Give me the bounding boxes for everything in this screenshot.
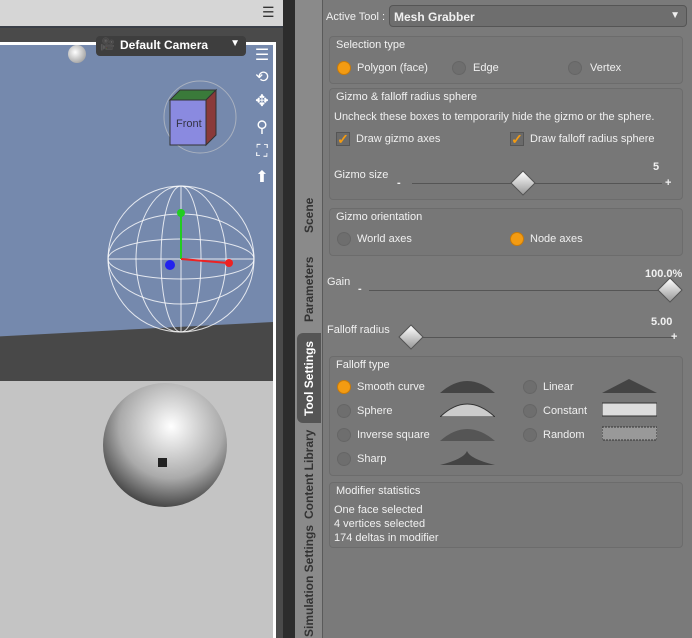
constant-preview-icon [602, 402, 657, 417]
sphere-mesh [103, 383, 227, 507]
cube-front-label: Front [176, 118, 202, 130]
radio-sharp[interactable] [337, 452, 351, 466]
random-preview-icon [602, 426, 657, 441]
radio-vertex[interactable] [568, 61, 582, 75]
stat-line: 4 vertices selected [334, 518, 426, 530]
tab-content-library[interactable]: Content Library [297, 426, 321, 522]
group-title: Selection type [336, 39, 406, 51]
slider-handle[interactable] [657, 277, 683, 303]
gizmo-size-slider[interactable] [412, 183, 662, 184]
falloff-radius-value: 5.00 [651, 316, 673, 328]
up-icon[interactable]: ⬆ [250, 167, 273, 187]
scene-graphics: Front [103, 80, 255, 507]
radio-label: Vertex [590, 62, 622, 74]
active-tool-dropdown[interactable]: Mesh Grabber ▼ [389, 5, 687, 27]
falloff-radius-slider[interactable] [403, 337, 673, 338]
radio-label: Linear [543, 381, 574, 393]
gizmo-sphere-group: Gizmo & falloff radius sphere Uncheck th… [329, 88, 683, 200]
radio-label: Inverse square [357, 429, 430, 441]
group-title: Falloff type [336, 359, 390, 371]
gain-label: Gain [327, 276, 351, 288]
frame-icon[interactable]: ⛶ [250, 143, 273, 161]
tab-parameters[interactable]: Parameters [297, 248, 321, 330]
selection-type-group: Selection type Polygon (face) Edge Verte… [329, 36, 683, 84]
view-cube [163, 80, 237, 154]
active-tool-label: Active Tool : [326, 11, 386, 23]
group-title: Modifier statistics [336, 485, 421, 497]
group-title: Gizmo orientation [336, 211, 423, 223]
gain-slider[interactable] [369, 290, 679, 291]
draw-sphere-checkbox[interactable]: ✓ [510, 132, 524, 146]
chevron-down-icon: ▼ [670, 10, 680, 21]
tab-simulation-settings[interactable]: Simulation Settings [297, 524, 321, 638]
3d-scene[interactable]: Front ☰ ⟲ ✥ ⚲ ⛶ ⬆ [0, 42, 276, 638]
tool-settings-panel: Active Tool : Mesh Grabber ▼ Selection ty… [322, 0, 692, 638]
lighting-sphere-icon[interactable] [68, 45, 86, 63]
checkbox-label: Draw falloff radius sphere [530, 133, 655, 145]
checkbox-label: Draw gizmo axes [356, 133, 441, 145]
radio-label: Sharp [357, 453, 387, 465]
falloff-radius-label: Falloff radius [327, 324, 390, 336]
radio-edge[interactable] [452, 61, 466, 75]
radio-sphere[interactable] [337, 404, 351, 418]
radio-label: Random [543, 429, 585, 441]
slider-minus[interactable]: - [397, 177, 401, 189]
stat-line: 174 deltas in modifier [334, 532, 439, 544]
gizmo-size-label: Gizmo size [334, 169, 389, 181]
viewport-menu-icon[interactable]: ☰ [250, 45, 273, 65]
radio-label: World axes [357, 233, 412, 245]
pane-splitter[interactable] [283, 0, 295, 638]
radio-label: Sphere [357, 405, 393, 417]
radio-label: Smooth curve [357, 381, 425, 393]
sharp-preview-icon [440, 451, 495, 465]
stat-line: One face selected [334, 504, 423, 516]
radio-label: Edge [473, 62, 499, 74]
radio-random[interactable] [523, 428, 537, 442]
tab-scene[interactable]: Scene [297, 185, 321, 245]
side-tabs: Scene Parameters Tool Settings Content L… [295, 0, 322, 638]
viewport-menu-icon[interactable]: ☰ [262, 4, 275, 21]
radio-world-axes[interactable] [337, 232, 351, 246]
group-title: Gizmo & falloff radius sphere [336, 91, 478, 103]
radio-inverse-square[interactable] [337, 428, 351, 442]
linear-preview-icon [602, 379, 657, 393]
smooth-curve-preview-icon [440, 381, 495, 393]
viewport[interactable]: Front ☰ ⟲ ✥ ⚲ ⛶ ⬆ [0, 26, 283, 638]
slider-minus[interactable]: - [358, 283, 362, 295]
tab-tool-settings[interactable]: Tool Settings [297, 333, 321, 423]
sphere-preview-icon [440, 403, 495, 417]
draw-gizmo-checkbox[interactable]: ✓ [336, 132, 350, 146]
camera-icon: 🎥 [100, 37, 115, 51]
slider-handle[interactable] [510, 170, 536, 196]
slider-handle[interactable] [398, 324, 424, 350]
slider-plus[interactable]: + [665, 177, 671, 189]
gizmo-size-value: 5 [653, 161, 660, 173]
orbit-icon[interactable]: ⟲ [250, 67, 273, 87]
radio-label: Polygon (face) [357, 62, 428, 74]
slider-plus[interactable]: + [671, 331, 677, 343]
zoom-icon[interactable]: ⚲ [250, 117, 273, 137]
falloff-type-group: Falloff type Smooth curve Sphere Inverse… [329, 356, 683, 476]
chevron-down-icon: ▼ [230, 38, 240, 49]
radio-polygon[interactable] [337, 61, 351, 75]
gain-value: 100.0% [645, 268, 683, 280]
radio-label: Constant [543, 405, 588, 417]
radio-node-axes[interactable] [510, 232, 524, 246]
pan-icon[interactable]: ✥ [250, 91, 273, 111]
radio-linear[interactable] [523, 380, 537, 394]
radio-constant[interactable] [523, 404, 537, 418]
camera-dropdown[interactable]: 🎥 Default Camera ▼ [96, 36, 246, 56]
modifier-statistics-group: Modifier statistics One face selected 4 … [329, 482, 683, 548]
hint-text: Uncheck these boxes to temporarily hide … [334, 111, 655, 123]
radio-label: Node axes [530, 233, 583, 245]
gizmo-orientation-group: Gizmo orientation World axes Node axes [329, 208, 683, 256]
radio-smooth-curve[interactable] [337, 380, 351, 394]
inverse-square-preview-icon [440, 429, 495, 441]
